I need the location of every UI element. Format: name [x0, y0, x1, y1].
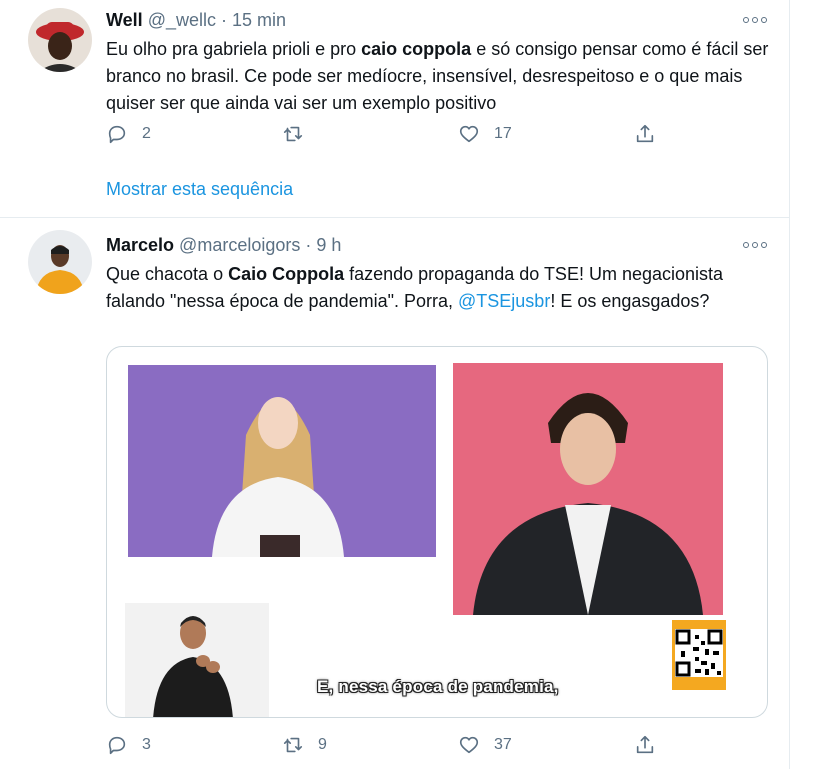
- like-icon: [459, 736, 479, 754]
- mention-link[interactable]: @TSEjusbr: [458, 291, 550, 311]
- more-icon[interactable]: [743, 15, 767, 25]
- timestamp[interactable]: 9 h: [316, 235, 341, 255]
- tweet-text-part: Que chacota o: [106, 264, 229, 284]
- separator-dot: ·: [221, 10, 228, 30]
- like-button[interactable]: 37: [458, 734, 512, 756]
- tweet-text-bold: Caio Coppola: [228, 264, 345, 284]
- more-icon[interactable]: [743, 240, 767, 250]
- media-video[interactable]: E, nessa época de pandemia,: [106, 346, 768, 718]
- reply-icon: [108, 125, 126, 144]
- share-button[interactable]: [634, 123, 656, 145]
- tweet-header: Marcelo @marceloigors · 9 h: [106, 235, 341, 256]
- like-icon: [459, 125, 479, 143]
- tweet-header: Well @_wellc · 15 min: [106, 10, 286, 31]
- show-thread-link[interactable]: Mostrar esta sequência: [106, 179, 293, 200]
- tweet-text: Que chacota o Caio Coppola fazendo propa…: [106, 261, 726, 315]
- tweet-actions: 2 17: [106, 123, 666, 149]
- tweet-actions: 3 9 37: [106, 734, 666, 760]
- reply-icon: [108, 736, 126, 755]
- avatar[interactable]: [28, 230, 92, 294]
- author-handle[interactable]: @_wellc: [148, 10, 216, 30]
- share-icon: [636, 735, 654, 754]
- timeline: Well @_wellc · 15 min Eu olho pra gabrie…: [0, 0, 790, 769]
- tweet-text: Eu olho pra gabriela prioli e pro caio c…: [106, 36, 786, 117]
- share-icon: [636, 124, 654, 143]
- author-name[interactable]: Marcelo: [106, 235, 174, 255]
- like-count: 37: [494, 736, 512, 753]
- reply-count: 3: [142, 736, 151, 753]
- share-button[interactable]: [634, 734, 656, 756]
- like-count: 17: [494, 125, 512, 142]
- video-panel-woman: [128, 365, 436, 557]
- tweet-text-part: Eu olho pra gabriela prioli e pro: [106, 39, 362, 59]
- tweet[interactable]: Well @_wellc · 15 min Eu olho pra gabrie…: [0, 0, 790, 218]
- like-button[interactable]: 17: [458, 123, 512, 145]
- reply-button[interactable]: 3: [106, 734, 151, 756]
- timestamp[interactable]: 15 min: [232, 10, 286, 30]
- qr-code: [672, 620, 726, 690]
- tweet-text-bold: caio coppola: [361, 39, 472, 59]
- tweet[interactable]: Marcelo @marceloigors · 9 h Que chacota …: [0, 219, 790, 769]
- author-handle[interactable]: @marceloigors: [179, 235, 300, 255]
- reply-count: 2: [142, 125, 151, 142]
- sign-language-interpreter: [125, 603, 269, 717]
- author-name[interactable]: Well: [106, 10, 143, 30]
- retweet-button[interactable]: [282, 123, 318, 145]
- tweet-text-part: ! E os engasgados?: [550, 291, 710, 311]
- retweet-icon: [283, 737, 303, 753]
- retweet-count: 9: [318, 736, 327, 753]
- video-subtitle: E, nessa época de pandemia,: [317, 677, 559, 696]
- reply-button[interactable]: 2: [106, 123, 151, 145]
- retweet-icon: [283, 126, 303, 142]
- avatar[interactable]: [28, 8, 92, 72]
- video-panel-man: [453, 363, 723, 615]
- separator-dot: ·: [305, 235, 312, 255]
- retweet-button[interactable]: 9: [282, 734, 327, 756]
